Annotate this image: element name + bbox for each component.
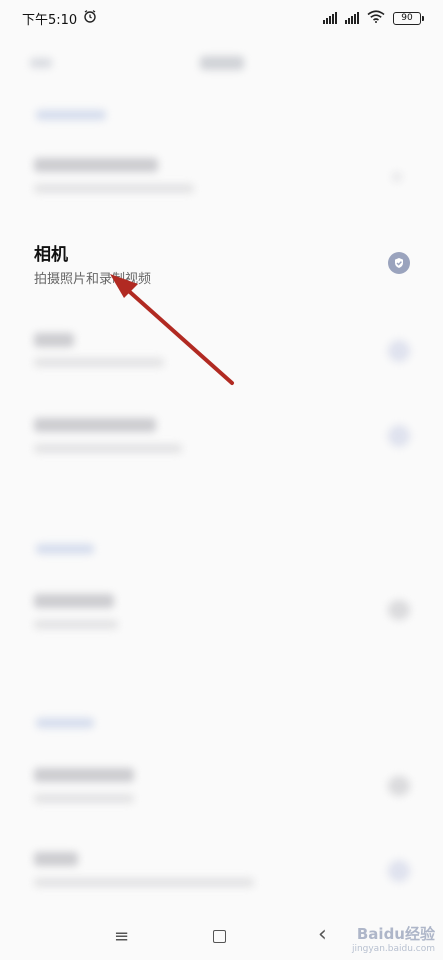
home-icon[interactable] [213, 930, 226, 943]
baidu-watermark: Baidu经验 jingyan.baidu.com [352, 923, 435, 954]
watermark-brand: Baidu经验 [356, 925, 435, 943]
menu-icon[interactable]: ≡ [114, 926, 129, 947]
back-icon[interactable]: ‹ [318, 922, 327, 947]
watermark-domain: jingyan.baidu.com [351, 944, 435, 954]
annotation-arrow [110, 274, 234, 385]
